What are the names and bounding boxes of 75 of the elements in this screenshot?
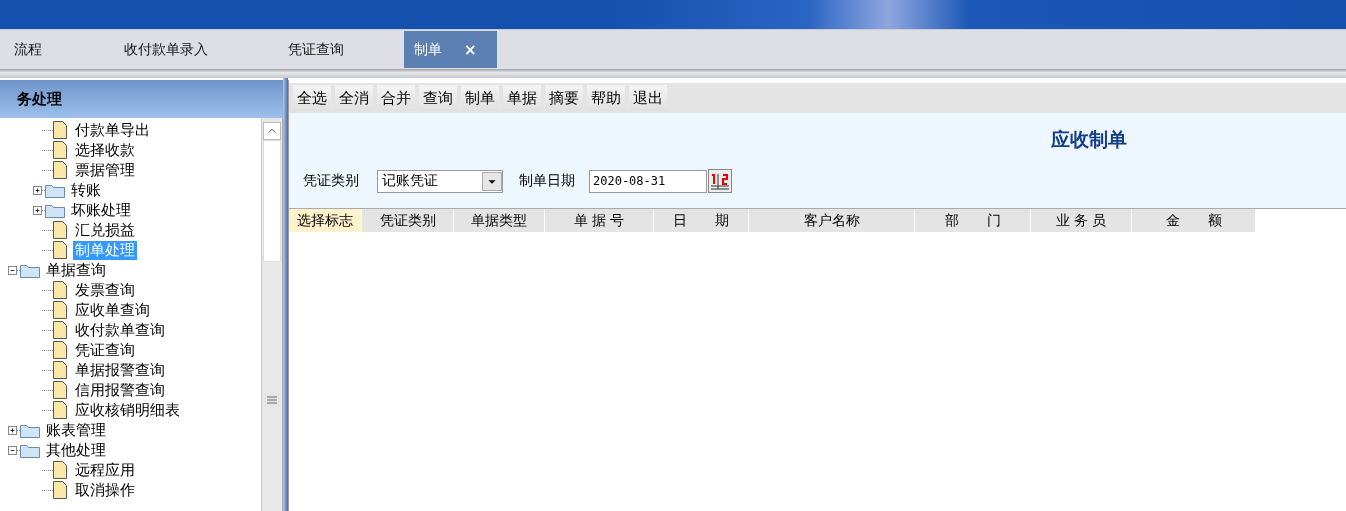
tab[interactable]: 制单 ×	[404, 31, 497, 68]
folder-icon	[45, 182, 65, 198]
column-header[interactable]: 部 门	[915, 209, 1031, 232]
tree-item[interactable]: 单据报警查询	[73, 360, 167, 380]
form-title: 应收制单	[1051, 127, 1127, 152]
folder-icon	[20, 262, 40, 278]
date-field[interactable]: 2020-08-31	[589, 169, 707, 193]
voucher-type-dropdown[interactable]: 记账凭证	[377, 169, 503, 193]
toolbar-button[interactable]: 单据	[503, 85, 541, 111]
tree-item[interactable]: 凭证查询	[73, 340, 137, 360]
tree-item[interactable]: 票据管理	[73, 160, 137, 180]
close-icon[interactable]: ×	[464, 40, 477, 59]
tree-item[interactable]: 付款单导出	[73, 120, 152, 140]
scrollbar[interactable]	[261, 118, 282, 511]
collapse-icon[interactable]	[8, 265, 17, 275]
document-icon	[53, 341, 67, 359]
document-icon	[53, 221, 67, 239]
toolbar-button[interactable]: 查询	[419, 85, 457, 111]
tree-item[interactable]: 账表管理	[44, 420, 108, 440]
tree-item[interactable]: 应收单查询	[73, 300, 152, 320]
document-icon	[53, 121, 67, 139]
tree-item[interactable]: 坏账处理	[69, 200, 133, 220]
document-icon	[53, 241, 67, 259]
column-header[interactable]: 日 期	[654, 209, 749, 232]
toolbar-button[interactable]: 全消	[335, 85, 373, 111]
calendar-icon[interactable]	[708, 169, 732, 193]
toolbar-button[interactable]: 帮助	[587, 85, 625, 111]
tree-item[interactable]: 远程应用	[73, 460, 137, 480]
tree-item[interactable]: 发票查询	[73, 280, 137, 300]
tab[interactable]: 凭证查询	[268, 31, 364, 68]
expand-icon[interactable]	[33, 185, 42, 195]
document-icon	[53, 381, 67, 399]
document-icon	[53, 301, 67, 319]
column-header[interactable]: 单据类型	[454, 209, 545, 232]
tab[interactable]: 流程	[0, 31, 62, 68]
document-icon	[53, 481, 67, 499]
document-icon	[53, 361, 67, 379]
collapse-icon[interactable]	[8, 445, 17, 455]
tree-item[interactable]: 选择收款	[73, 140, 137, 160]
tab[interactable]: 收付款单录入	[104, 31, 228, 68]
tree-item[interactable]: 应收核销明细表	[73, 400, 182, 420]
column-header[interactable]: 金 额	[1132, 209, 1256, 232]
column-header[interactable]: 单 据 号	[545, 209, 654, 232]
folder-icon	[20, 442, 40, 458]
grip-icon[interactable]	[267, 396, 277, 404]
expand-icon[interactable]	[33, 205, 42, 215]
tree-item[interactable]: 信用报警查询	[73, 380, 167, 400]
document-icon	[53, 281, 67, 299]
toolbar-button[interactable]: 合并	[377, 85, 415, 111]
tree-item[interactable]: 收付款单查询	[73, 320, 167, 340]
document-icon	[53, 321, 67, 339]
toolbar-button[interactable]: 全选	[293, 85, 331, 111]
column-header[interactable]: 客户名称	[749, 209, 915, 232]
panel-title: 务处理	[0, 80, 283, 118]
folder-icon	[20, 422, 40, 438]
tree-item[interactable]: 取消操作	[73, 480, 137, 500]
document-icon	[53, 461, 67, 479]
document-icon	[53, 141, 67, 159]
column-header[interactable]: 凭证类别	[362, 209, 454, 232]
scroll-thumb[interactable]	[263, 140, 281, 262]
tree-item[interactable]: 单据查询	[44, 260, 108, 280]
folder-icon	[45, 202, 65, 218]
tree-item[interactable]: 其他处理	[44, 440, 108, 460]
column-header[interactable]: 选择标志	[289, 209, 362, 232]
document-icon	[53, 161, 67, 179]
tree-item[interactable]: 转账	[69, 180, 103, 200]
tree-item[interactable]: 汇兑损益	[73, 220, 137, 240]
toolbar-button[interactable]: 摘要	[545, 85, 583, 111]
expand-icon[interactable]	[8, 425, 17, 435]
field-label: 制单日期	[519, 172, 575, 190]
column-header[interactable]: 业 务 员	[1031, 209, 1132, 232]
toolbar-button[interactable]: 制单	[461, 85, 499, 111]
toolbar-button[interactable]: 退出	[629, 85, 667, 111]
field-label: 凭证类别	[303, 172, 359, 190]
document-icon	[53, 401, 67, 419]
